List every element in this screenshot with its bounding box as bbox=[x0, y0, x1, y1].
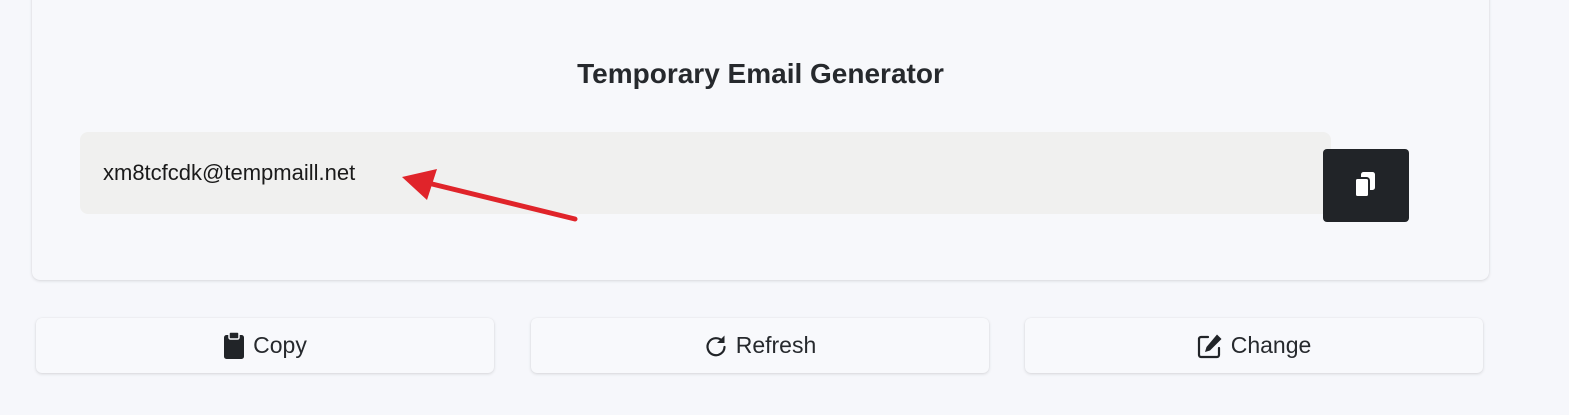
copy-email-button[interactable] bbox=[1323, 149, 1409, 222]
refresh-button[interactable]: Refresh bbox=[531, 318, 989, 373]
edit-icon bbox=[1197, 333, 1223, 359]
page-title: Temporary Email Generator bbox=[577, 58, 944, 89]
change-button-label: Change bbox=[1230, 332, 1312, 358]
email-generator-card: Temporary Email Generator xm8tcfcdk@temp… bbox=[32, 0, 1489, 280]
refresh-button-label: Refresh bbox=[735, 332, 817, 358]
copy-icon bbox=[1354, 172, 1375, 198]
change-button[interactable]: Change bbox=[1025, 318, 1483, 373]
refresh-icon bbox=[704, 334, 728, 358]
copy-button-label: Copy bbox=[253, 332, 307, 358]
email-address[interactable]: xm8tcfcdk@tempmaill.net bbox=[103, 160, 355, 186]
clipboard-icon bbox=[223, 331, 245, 360]
email-display[interactable]: xm8tcfcdk@tempmaill.net bbox=[80, 132, 1331, 214]
copy-button[interactable]: Copy bbox=[36, 318, 494, 373]
